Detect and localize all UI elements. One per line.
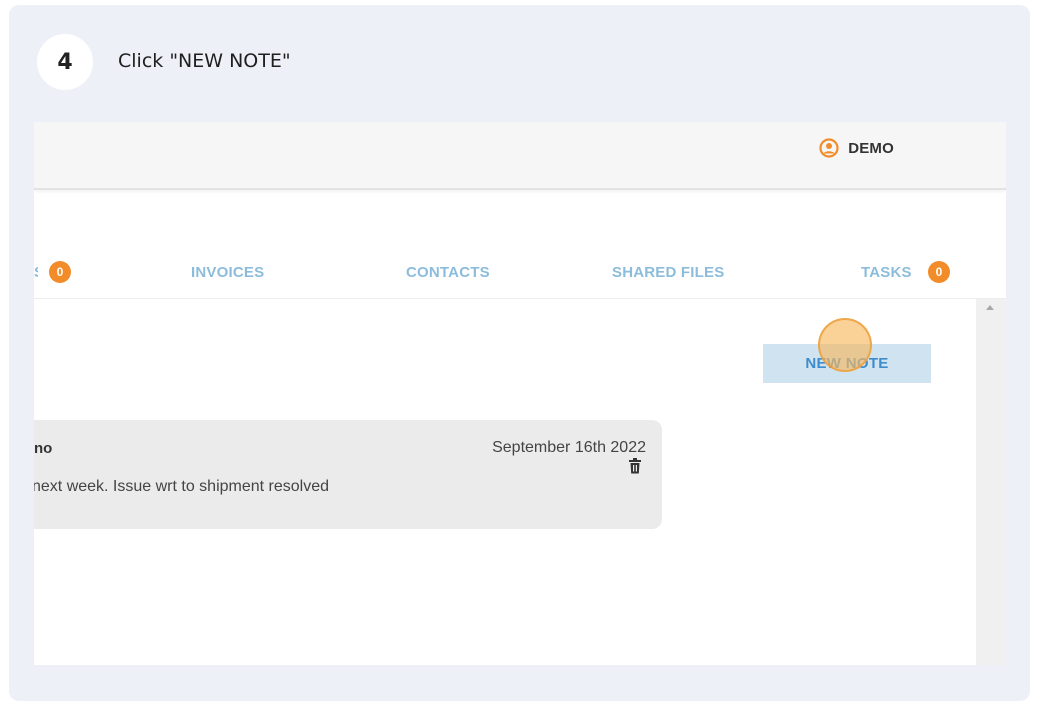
tab-tasks[interactable]: TASKS: [861, 264, 912, 281]
tasks-count-badge: 0: [928, 261, 950, 283]
click-indicator: [818, 318, 872, 372]
scroll-up-arrow-icon[interactable]: [986, 305, 994, 310]
tab-partial-label[interactable]: S: [34, 264, 38, 281]
tab-bar: S 0 INVOICES CONTACTS SHARED FILES TASKS…: [34, 258, 1006, 299]
note-date: September 16th 2022: [492, 439, 646, 456]
note-text: l next week. Issue wrt to shipment resol…: [34, 478, 330, 495]
app-screenshot: DEMO S 0 INVOICES CONTACTS SHARED FILES …: [34, 122, 1006, 665]
note-card: no September 16th 2022 l next week. Issu…: [34, 420, 662, 529]
step-instruction: Click "NEW NOTE": [118, 50, 291, 72]
step-number-badge: 4: [37, 34, 93, 90]
vertical-scrollbar[interactable]: [976, 299, 1006, 665]
top-navbar: DEMO: [34, 122, 1006, 190]
note-author: no: [34, 440, 53, 457]
user-circle-icon: [819, 138, 839, 158]
tab-partial-count-badge: 0: [49, 261, 71, 283]
tab-invoices[interactable]: INVOICES: [191, 264, 264, 281]
user-menu[interactable]: DEMO: [819, 138, 894, 158]
trash-icon[interactable]: [628, 458, 642, 474]
tab-contacts[interactable]: CONTACTS: [406, 264, 490, 281]
user-name: DEMO: [848, 139, 894, 157]
tab-shared-files[interactable]: SHARED FILES: [612, 264, 724, 281]
